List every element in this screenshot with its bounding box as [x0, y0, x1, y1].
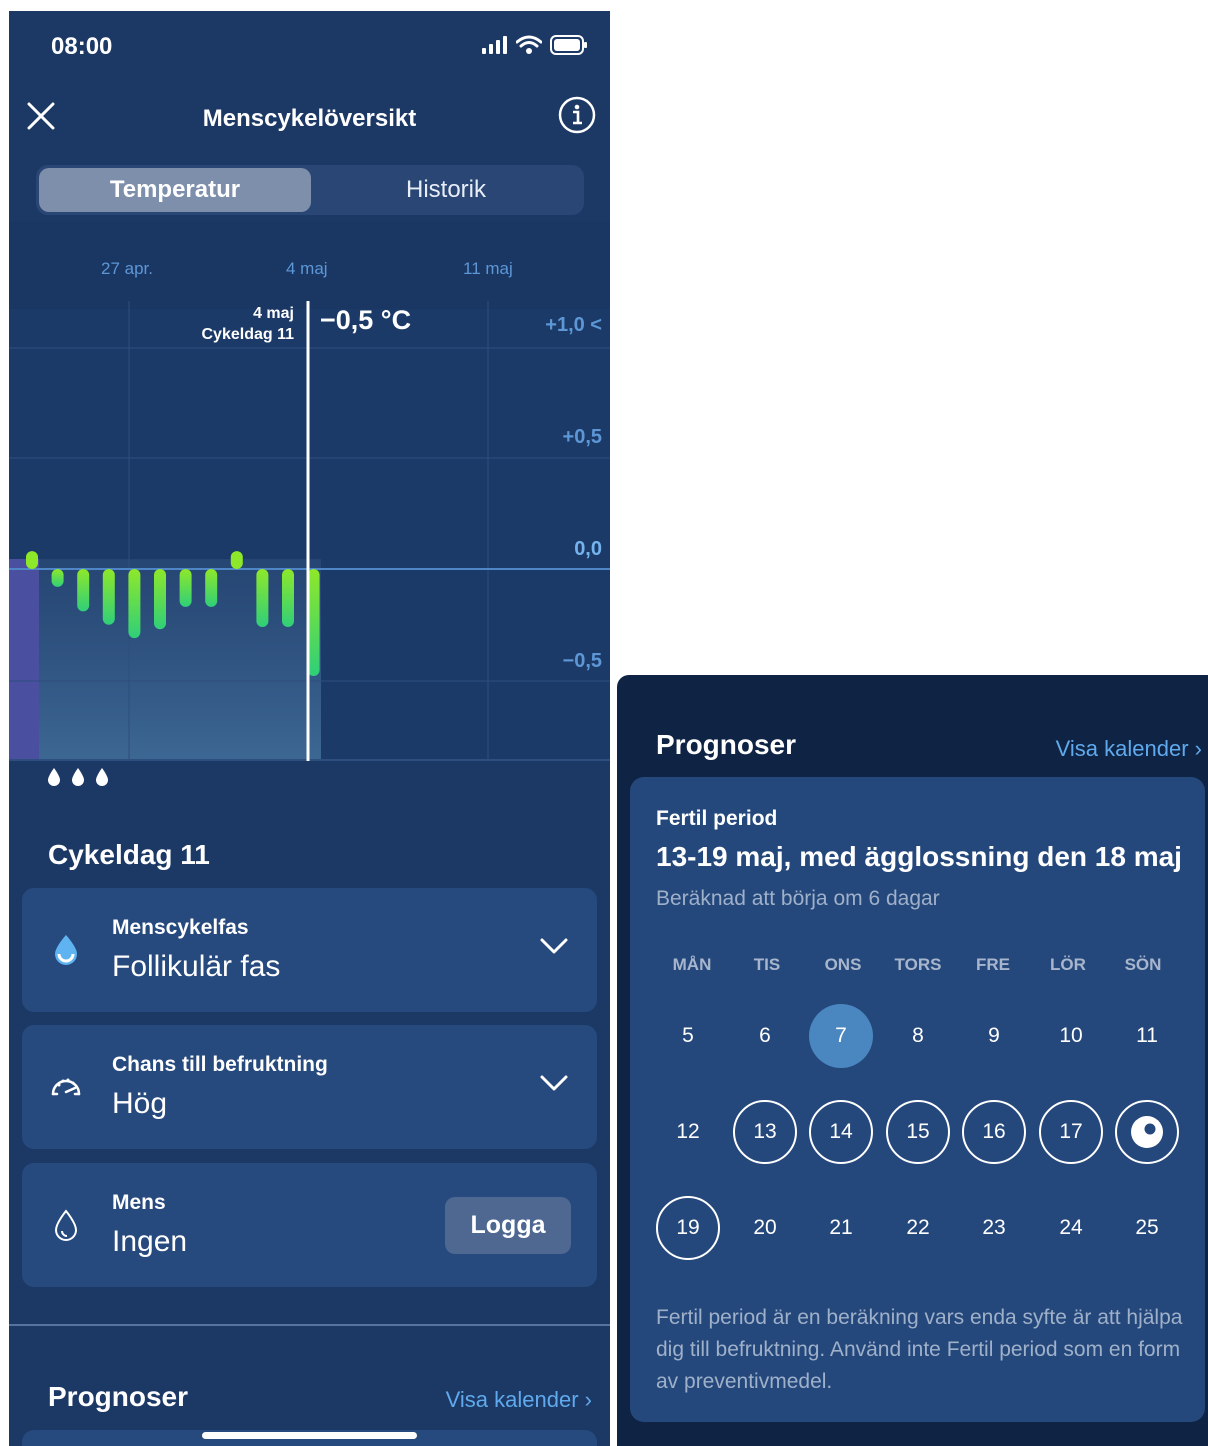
date-label-11maj: 11 maj — [463, 259, 513, 278]
segmented-control: Temperatur Historik — [36, 165, 584, 215]
calendar-day[interactable]: 23 — [962, 1196, 1026, 1260]
temperature-bar[interactable] — [26, 551, 38, 569]
status-bar: 08:00 — [9, 11, 610, 81]
temperature-bar[interactable] — [128, 569, 141, 639]
calendar-day-fertile[interactable]: 17 — [1039, 1100, 1103, 1164]
calendar-day[interactable]: 22 — [886, 1196, 950, 1260]
chevron-down-icon[interactable] — [539, 934, 569, 958]
calendar-day-fertile[interactable]: 14 — [809, 1100, 873, 1164]
status-time: 08:00 — [51, 33, 113, 60]
fertile-range: 13-19 maj, med ägglossning den 18 maj — [656, 841, 1182, 872]
card-label: Menscykelfas — [112, 916, 249, 939]
calendar-day[interactable]: 9 — [962, 1004, 1026, 1068]
selected-value: −0,5 °C — [320, 305, 412, 335]
temperature-bar[interactable] — [205, 569, 218, 607]
drop-icon — [48, 768, 60, 786]
temperature-bar[interactable] — [77, 569, 90, 612]
tab-temperatur[interactable]: Temperatur — [39, 168, 311, 212]
weekday-fri: FRE — [976, 955, 1010, 974]
card-label: Mens — [112, 1191, 166, 1214]
signal-icon — [482, 36, 507, 54]
calendar-day-ovulation[interactable] — [1115, 1100, 1179, 1164]
battery-icon — [550, 35, 587, 55]
home-indicator — [202, 1432, 417, 1439]
fertile-disclaimer: Fertil period är en beräkning vars enda … — [656, 1306, 1183, 1393]
weekday-sat: LÖR — [1050, 955, 1086, 974]
card-value: Follikulär fas — [112, 950, 281, 983]
calendar-day[interactable]: 5 — [656, 1004, 720, 1068]
calendar-day[interactable]: 10 — [1039, 1004, 1103, 1068]
calendar-day[interactable]: 24 — [1039, 1196, 1103, 1260]
temperature-bar[interactable] — [256, 569, 269, 627]
calendar-day-fertile[interactable]: 16 — [962, 1100, 1026, 1164]
card-fertility-chance[interactable]: Chans till befruktning Hög — [22, 1025, 597, 1149]
log-button[interactable]: Logga — [445, 1197, 571, 1254]
status-icons — [482, 35, 588, 55]
calendar-day[interactable]: 25 — [1115, 1196, 1179, 1260]
weekday-mon: MÅN — [672, 955, 712, 974]
temperature-bar[interactable] — [282, 569, 294, 627]
calendar-day-fertile[interactable]: 19 — [656, 1196, 720, 1260]
drop-icon — [72, 768, 84, 786]
drop-icon — [96, 768, 108, 786]
calendar-day[interactable]: 6 — [733, 1004, 797, 1068]
calendar-day[interactable]: 12 — [656, 1100, 720, 1164]
calendar-day-today[interactable]: 7 — [809, 1004, 873, 1068]
forecasts-title: Prognoser — [656, 729, 797, 760]
card-period: Mens Ingen Logga — [22, 1163, 597, 1287]
nav-bar: Menscykelöversikt — [9, 86, 610, 156]
fertile-label: Fertil period — [656, 807, 778, 830]
selected-info: 4 maj Cykeldag 11 — [202, 303, 295, 345]
temperature-bar[interactable] — [51, 569, 64, 587]
temperature-bar[interactable] — [154, 569, 166, 630]
ovulation-icon — [1131, 1116, 1163, 1148]
fertile-subtitle: Beräknad att börja om 6 dagar — [656, 887, 940, 910]
fertile-period-card: Fertil period 13-19 maj, med ägglossning… — [630, 777, 1205, 1422]
temperature-chart: 27 apr. 4 maj 11 maj 4 maj Cykeldag 11 −… — [9, 221, 610, 761]
info-icon[interactable] — [558, 96, 596, 134]
card-label: Chans till befruktning — [112, 1053, 328, 1076]
page-title: Menscykelöversikt — [202, 105, 417, 132]
selected-day: Cykeldag 11 — [201, 326, 295, 343]
divider — [9, 1324, 610, 1326]
calendar-day[interactable]: 8 — [886, 1004, 950, 1068]
phase-drop-icon — [55, 935, 77, 965]
show-calendar-link[interactable]: Visa kalender › — [446, 1387, 592, 1413]
wifi-icon — [516, 35, 542, 54]
weekday-wed: ONS — [824, 955, 862, 974]
calendar-day-fertile[interactable]: 15 — [886, 1100, 950, 1164]
chevron-down-icon[interactable] — [539, 1071, 569, 1095]
date-label-4maj: 4 maj — [286, 259, 328, 278]
selected-date: 4 maj — [253, 305, 294, 322]
weekday-sun: SÖN — [1124, 955, 1162, 974]
drop-outline-icon — [54, 1209, 78, 1241]
calendar-day[interactable]: 21 — [809, 1196, 873, 1260]
y-tick-plus05: +0,5 — [562, 426, 602, 448]
tab-historik[interactable]: Historik — [310, 168, 582, 212]
weekday-tue: TIS — [753, 955, 781, 974]
card-value: Ingen — [112, 1225, 188, 1258]
temperature-bar[interactable] — [179, 569, 192, 607]
period-drops — [47, 767, 109, 787]
calendar-day[interactable]: 11 — [1115, 1004, 1179, 1068]
card-value: Hög — [112, 1087, 168, 1120]
chart-canvas[interactable] — [9, 221, 610, 761]
y-tick-plus1: +1,0 < — [545, 314, 602, 336]
gauge-icon — [51, 1078, 81, 1096]
show-calendar-link[interactable]: Visa kalender › — [1056, 736, 1202, 762]
calendar-day[interactable]: 20 — [733, 1196, 797, 1260]
cycle-day-title: Cykeldag 11 — [48, 839, 210, 870]
y-tick-minus05: −0,5 — [562, 650, 602, 672]
date-label-27apr: 27 apr. — [101, 259, 153, 278]
forecasts-title: Prognoser — [48, 1381, 189, 1412]
card-cycle-phase[interactable]: Menscykelfas Follikulär fas — [22, 888, 597, 1012]
phone-screen: 08:00 Menscykelöversikt Temperatur Histo… — [9, 11, 610, 1446]
temperature-bar[interactable] — [102, 569, 115, 625]
weekday-thu: TORS — [894, 955, 942, 974]
y-tick-zero: 0,0 — [574, 538, 602, 560]
forecasts-panel: Prognoser Visa kalender › Fertil period … — [617, 675, 1208, 1446]
calendar-day-fertile[interactable]: 13 — [733, 1100, 797, 1164]
temperature-bar[interactable] — [230, 551, 243, 569]
